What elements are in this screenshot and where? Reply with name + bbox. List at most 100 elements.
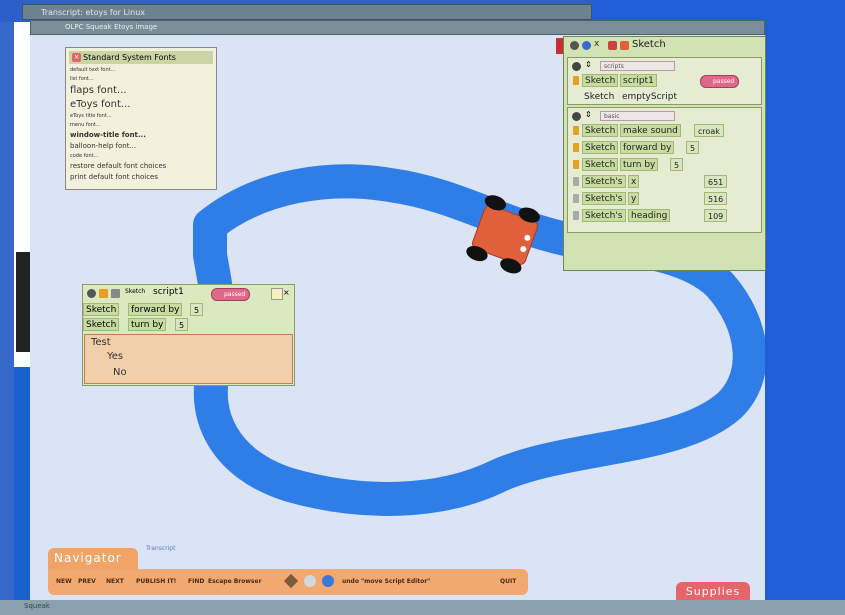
font-menu-item[interactable]: print default font choices (66, 172, 216, 183)
category-menu-icon[interactable] (572, 62, 581, 71)
command-knob-icon[interactable] (573, 143, 579, 152)
command-tile-row[interactable]: Sketch make sound croak (570, 122, 759, 139)
close-icon[interactable]: x (594, 39, 603, 49)
property-knob-icon[interactable] (573, 177, 579, 186)
property-tile-name[interactable]: y (628, 192, 640, 205)
command-knob-icon[interactable] (573, 126, 579, 135)
command-argument[interactable]: 5 (175, 318, 189, 331)
command-tile-row[interactable]: Sketch turn by 5 (570, 156, 759, 173)
command-tile-object[interactable]: Sketch (83, 303, 120, 316)
command-tile-object[interactable]: Sketch (582, 141, 619, 154)
property-tile-name[interactable]: heading (628, 209, 671, 222)
property-tile-row[interactable]: Sketch's y 516 (570, 190, 759, 207)
property-value[interactable]: 516 (704, 192, 728, 205)
script-status-badge[interactable]: passed (211, 288, 251, 301)
font-menu-title: Standard System Fonts (83, 53, 176, 62)
font-menu-item[interactable]: restore default font choices (66, 161, 216, 172)
property-knob-icon[interactable] (573, 211, 579, 220)
test-block[interactable]: Test Yes No (84, 334, 293, 384)
main-window-title[interactable]: OLPC Squeak Etoys image (30, 20, 765, 35)
command-argument[interactable]: croak (694, 124, 724, 137)
command-tile-name[interactable]: turn by (128, 318, 167, 331)
script-name[interactable]: script1 (153, 287, 184, 297)
close-icon[interactable]: × (283, 288, 292, 298)
command-tile-object[interactable]: Sketch (582, 124, 619, 137)
command-tile-row[interactable]: Sketch forward by 5 (570, 139, 759, 156)
script-tile-object[interactable]: Sketch (582, 74, 619, 87)
font-menu-item[interactable]: code font... (66, 152, 216, 161)
font-menu-item[interactable]: default text font... (66, 66, 216, 75)
nav-prev-button[interactable]: PREV (78, 578, 96, 585)
close-icon[interactable]: × (72, 53, 81, 62)
supplies-tab[interactable]: Supplies (676, 582, 750, 602)
property-tile-row[interactable]: Sketch's heading 109 (570, 207, 759, 224)
property-knob-icon[interactable] (573, 194, 579, 203)
category-arrow-icon[interactable]: ⇕ (585, 60, 592, 69)
font-menu-item[interactable]: eToys font... (66, 98, 216, 112)
command-tile-object[interactable]: Sketch (83, 318, 120, 331)
property-tile-row[interactable]: Sketch's x 651 (570, 173, 759, 190)
sketch-viewer: x Sketch ⇕ scripts Sketch script1 passed… (563, 36, 766, 271)
category-arrow-icon[interactable]: ⇕ (585, 110, 592, 119)
nav-undo-button[interactable]: undo "move Script Editor" (342, 578, 430, 585)
command-tile-name[interactable]: turn by (620, 158, 659, 171)
menu-icon[interactable] (87, 289, 96, 298)
paint-brush-icon[interactable] (283, 573, 299, 589)
command-knob-icon[interactable] (573, 160, 579, 169)
background-window-title[interactable]: Transcript: etoys for Linux (22, 4, 592, 20)
help-icon[interactable] (322, 575, 334, 587)
sketch-thumbnail-icon (620, 41, 629, 50)
navigator-tab[interactable]: Navigator (48, 548, 138, 569)
heart-icon[interactable] (608, 41, 617, 50)
nav-next-button[interactable]: NEXT (106, 578, 124, 585)
property-value[interactable]: 109 (704, 209, 728, 222)
font-menu-item[interactable]: window-title font... (66, 130, 216, 141)
script-status-badge[interactable]: passed (700, 75, 740, 88)
globe-icon[interactable] (304, 575, 316, 587)
font-menu-item[interactable]: eToys title font... (66, 112, 216, 121)
command-tile-name[interactable]: forward by (620, 141, 675, 154)
script-command-line[interactable]: Sketch turn by 5 (83, 317, 294, 332)
script-command-line[interactable]: Sketch forward by 5 (83, 302, 294, 317)
car-sketch[interactable] (455, 190, 555, 280)
property-tile-object[interactable]: Sketch's (582, 192, 626, 205)
taskbar: Squeak (0, 600, 845, 615)
command-argument[interactable]: 5 (670, 158, 684, 171)
property-value[interactable]: 651 (704, 175, 728, 188)
script-tile-name[interactable]: script1 (620, 74, 657, 87)
font-menu-item[interactable]: list font... (66, 75, 216, 84)
help-icon[interactable] (582, 41, 591, 50)
basic-category-selector[interactable]: basic (600, 111, 675, 121)
font-menu-item[interactable]: balloon-help font... (66, 141, 216, 152)
script-tile-name[interactable]: emptyScript (620, 91, 679, 104)
category-menu-icon[interactable] (572, 112, 581, 121)
property-tile-object[interactable]: Sketch's (582, 209, 626, 222)
script-editor[interactable]: Sketch script1 passed × Sketch forward b… (82, 284, 295, 386)
script-knob-icon[interactable] (573, 76, 579, 85)
nav-quit-button[interactable]: QUIT (500, 578, 516, 585)
font-menu-item[interactable]: menu font... (66, 121, 216, 130)
script-tile-row[interactable]: Sketch emptyScript (570, 89, 759, 106)
nav-escape-browser-button[interactable]: Escape Browser (208, 578, 262, 585)
command-tile-object[interactable]: Sketch (582, 158, 619, 171)
script-handle-icon[interactable] (111, 289, 120, 298)
transcript-link[interactable]: Transcript (146, 545, 175, 552)
scroll-icon[interactable] (271, 288, 283, 300)
property-tile-object[interactable]: Sketch's (582, 175, 626, 188)
script-tile-object[interactable]: Sketch (582, 91, 616, 104)
menu-icon[interactable] (570, 41, 579, 50)
scripts-category-selector[interactable]: scripts (600, 61, 675, 71)
command-argument[interactable]: 5 (190, 303, 204, 316)
nav-publish-button[interactable]: PUBLISH IT! (136, 578, 176, 585)
command-tile-name[interactable]: forward by (128, 303, 183, 316)
command-tile-name[interactable]: make sound (620, 124, 681, 137)
command-argument[interactable]: 5 (686, 141, 700, 154)
nav-find-button[interactable]: FIND (188, 578, 204, 585)
script-knob-icon[interactable] (99, 289, 108, 298)
system-fonts-menu: × Standard System Fonts default text fon… (65, 47, 217, 190)
script-tile-row[interactable]: Sketch script1 passed (570, 72, 759, 89)
font-menu-item[interactable]: flaps font... (66, 84, 216, 98)
nav-new-button[interactable]: NEW (56, 578, 72, 585)
property-tile-name[interactable]: x (628, 175, 640, 188)
taskbar-label[interactable]: Squeak (24, 602, 50, 610)
